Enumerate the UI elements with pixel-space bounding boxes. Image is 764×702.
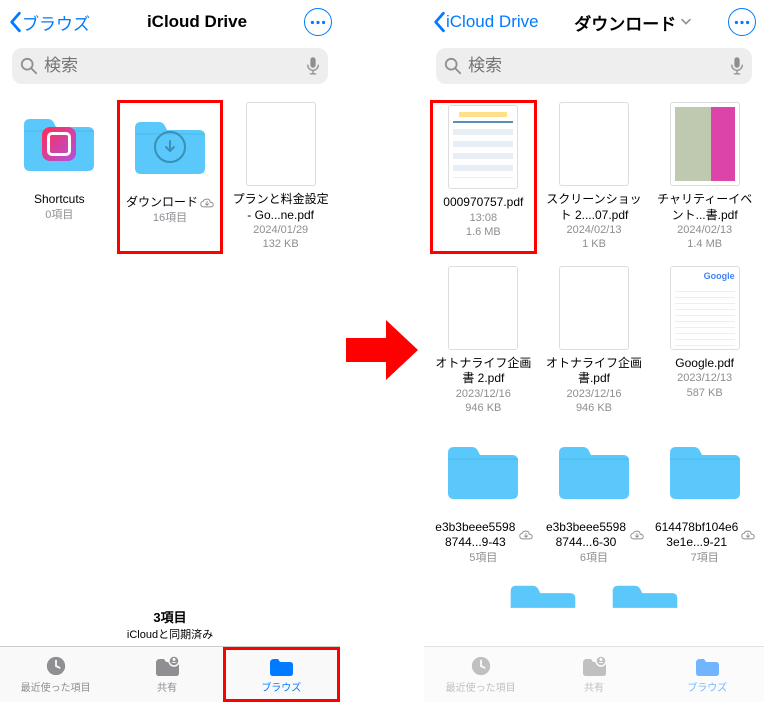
cloud-icon <box>200 198 214 208</box>
mic-icon[interactable] <box>730 56 744 76</box>
search-icon <box>444 57 462 75</box>
item-name: オトナライフ企画書.pdf <box>544 356 644 387</box>
file-grid: 000970757.pdf13:081.6 MBスクリーンショット 2....0… <box>424 92 764 646</box>
back-label: ブラウズ <box>22 10 90 35</box>
folder-icon <box>268 655 294 677</box>
item-name: スクリーンショット 2....07.pdf <box>544 192 644 223</box>
tab-browse[interactable]: ブラウズ <box>651 647 764 702</box>
folder-icon <box>694 655 720 677</box>
item-name: プランと料金設定 - Go...ne.pdf <box>231 192 331 223</box>
item-meta: 1 KB <box>582 237 606 251</box>
item-name: Google.pdf <box>675 356 734 372</box>
clock-icon <box>43 655 69 677</box>
file-item[interactable]: スクリーンショット 2....07.pdf2024/02/131 KB <box>541 100 648 254</box>
item-name: 000970757.pdf <box>443 195 523 211</box>
item-meta: 946 KB <box>465 401 501 415</box>
item-meta: 946 KB <box>576 401 612 415</box>
item-count: 3項目 <box>0 607 340 626</box>
file-item[interactable]: e3b3beee55988744...6-306項目 <box>541 428 648 567</box>
chevron-down-icon[interactable] <box>680 18 692 26</box>
item-name: チャリティーイベント...書.pdf <box>655 192 755 223</box>
item-meta: 2023/12/16 <box>456 387 511 401</box>
item-name: 614478bf104e63e1e...9-21 <box>655 520 755 551</box>
search-bar[interactable] <box>12 48 328 84</box>
partial-row <box>430 579 758 609</box>
nav-bar: iCloud Drive ダウンロード <box>424 0 764 44</box>
cloud-icon <box>741 530 755 540</box>
item-name: Shortcuts <box>34 192 85 208</box>
item-meta: 1.4 MB <box>687 237 722 251</box>
nav-bar: ブラウズ iCloud Drive <box>0 0 340 44</box>
back-button[interactable]: iCloud Drive <box>432 11 539 33</box>
file-item[interactable]: プランと料金設定 - Go...ne.pdf2024/01/29132 KB <box>227 100 334 254</box>
file-item[interactable]: Shortcuts0項目 <box>6 100 113 254</box>
item-meta: 0項目 <box>45 208 73 222</box>
chevron-left-icon <box>8 11 22 33</box>
search-icon <box>20 57 38 75</box>
mic-icon[interactable] <box>306 56 320 76</box>
more-icon <box>310 20 326 25</box>
item-meta: 132 KB <box>263 237 299 251</box>
more-button[interactable] <box>304 8 332 36</box>
item-name: e3b3beee55988744...6-30 <box>544 520 644 551</box>
tab-browse[interactable]: ブラウズ <box>223 647 340 702</box>
cloud-icon <box>519 530 533 540</box>
item-meta: 587 KB <box>687 386 723 400</box>
file-item[interactable]: オトナライフ企画書 2.pdf2023/12/16946 KB <box>430 264 537 418</box>
search-input[interactable] <box>468 56 724 76</box>
item-meta: 6項目 <box>580 551 608 565</box>
item-meta: 2023/12/16 <box>566 387 621 401</box>
screen-downloads: iCloud Drive ダウンロード 000970757.pdf13:081.… <box>424 0 764 702</box>
back-label: iCloud Drive <box>446 12 539 32</box>
file-item[interactable]: チャリティーイベント...書.pdf2024/02/131.4 MB <box>651 100 758 254</box>
file-item[interactable]: 000970757.pdf13:081.6 MB <box>430 100 537 254</box>
screen-icloud-drive: ブラウズ iCloud Drive Shortcuts0項目ダウンロード16項目… <box>0 0 340 702</box>
more-button[interactable] <box>728 8 756 36</box>
more-icon <box>734 20 750 25</box>
tab-recents[interactable]: 最近使った項目 <box>0 647 111 702</box>
tab-recents[interactable]: 最近使った項目 <box>424 647 537 702</box>
search-bar[interactable] <box>436 48 752 84</box>
item-meta: 2024/01/29 <box>253 223 308 237</box>
file-item[interactable]: オトナライフ企画書.pdf2023/12/16946 KB <box>541 264 648 418</box>
tab-bar: 最近使った項目 共有 ブラウズ <box>424 646 764 702</box>
footer-status: 3項目 iCloudと同期済み <box>0 599 340 646</box>
item-name: オトナライフ企画書 2.pdf <box>433 356 533 387</box>
folder-icon[interactable] <box>609 579 681 609</box>
page-title: ダウンロード <box>574 10 676 35</box>
file-item[interactable]: Google.pdf2023/12/13587 KB <box>651 264 758 418</box>
file-item[interactable]: e3b3beee55988744...9-435項目 <box>430 428 537 567</box>
item-meta: 1.6 MB <box>466 225 501 239</box>
file-item[interactable]: 614478bf104e63e1e...9-217項目 <box>651 428 758 567</box>
chevron-left-icon <box>432 11 446 33</box>
item-meta: 2024/02/13 <box>566 223 621 237</box>
search-input[interactable] <box>44 56 300 76</box>
file-item[interactable]: ダウンロード16項目 <box>117 100 224 254</box>
item-meta: 16項目 <box>153 211 187 225</box>
file-grid: Shortcuts0項目ダウンロード16項目プランと料金設定 - Go...ne… <box>0 92 340 599</box>
shared-icon <box>154 655 180 677</box>
back-button[interactable]: ブラウズ <box>8 10 90 35</box>
clock-icon <box>468 655 494 677</box>
item-meta: 5項目 <box>469 551 497 565</box>
item-meta: 7項目 <box>691 551 719 565</box>
item-name: e3b3beee55988744...9-43 <box>433 520 533 551</box>
shared-icon <box>581 655 607 677</box>
item-meta: 2024/02/13 <box>677 223 732 237</box>
page-title: iCloud Drive <box>147 12 247 32</box>
item-meta: 13:08 <box>470 211 498 225</box>
tab-shared[interactable]: 共有 <box>111 647 222 702</box>
tab-bar: 最近使った項目 共有 ブラウズ <box>0 646 340 702</box>
folder-icon[interactable] <box>507 579 579 609</box>
cloud-icon <box>630 530 644 540</box>
tab-shared[interactable]: 共有 <box>537 647 650 702</box>
item-meta: 2023/12/13 <box>677 371 732 385</box>
sync-status: iCloudと同期済み <box>0 626 340 642</box>
item-name: ダウンロード <box>126 195 214 211</box>
arrow-icon <box>346 320 418 380</box>
